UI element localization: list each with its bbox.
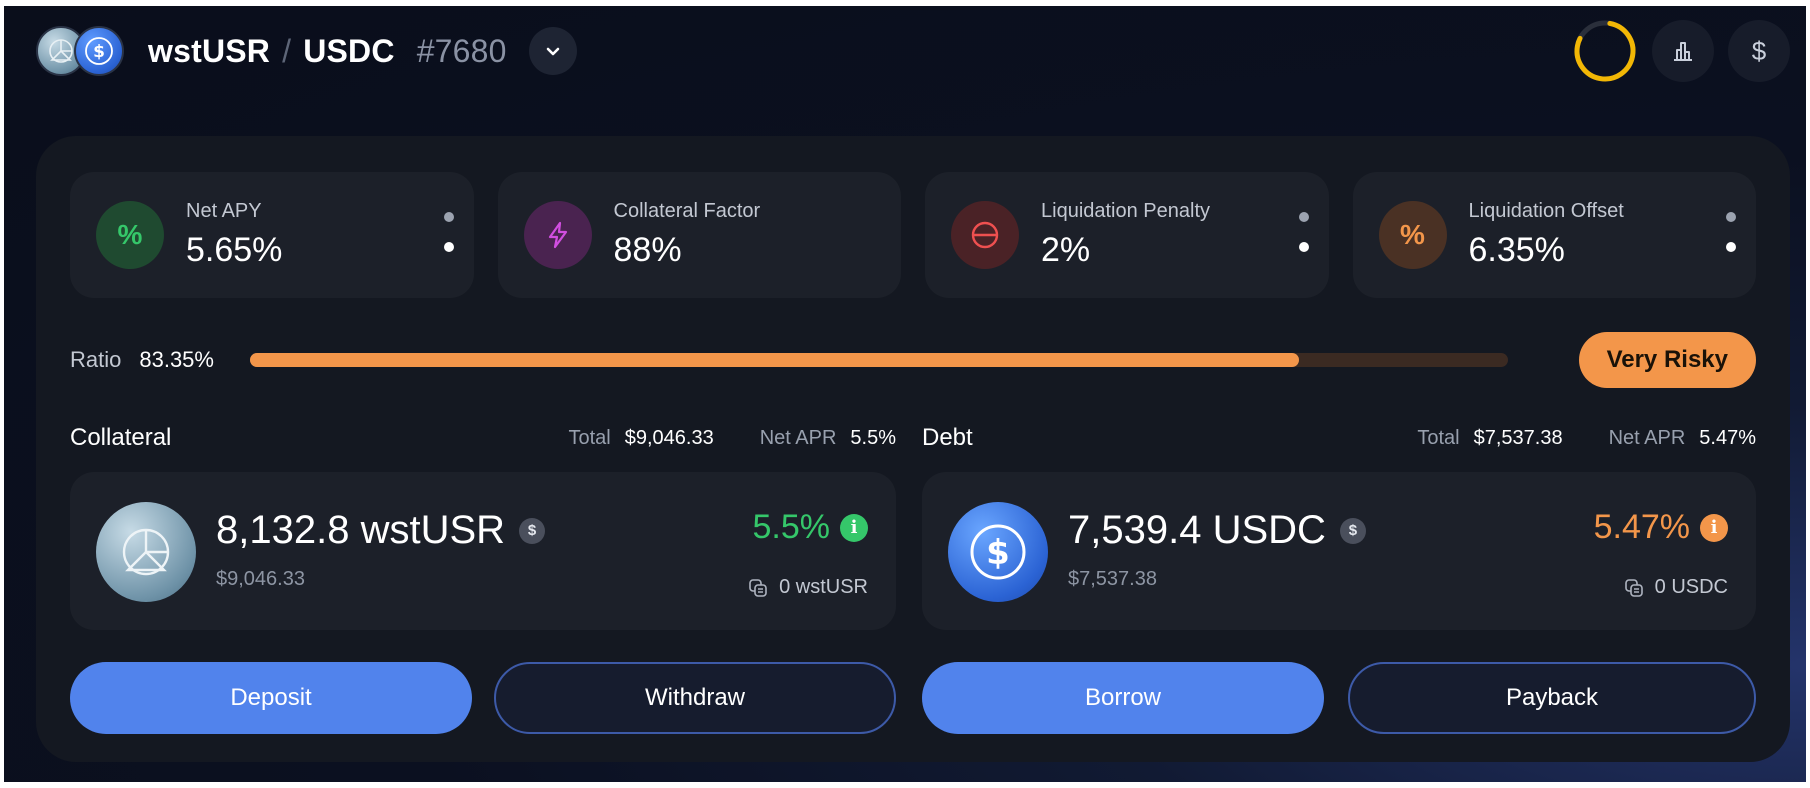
debt-wallet-balance: 0 USDC bbox=[1623, 576, 1728, 599]
dollar-icon[interactable]: $ bbox=[1339, 517, 1366, 544]
dollar-icon: $ bbox=[1751, 35, 1767, 66]
ratio-progress-bar bbox=[249, 353, 1508, 367]
debt-apr-value: 5.47% bbox=[1699, 426, 1756, 449]
debt-apr-label: Net APR bbox=[1608, 426, 1686, 449]
stat-value: 2% bbox=[1041, 231, 1091, 269]
debt-title: Debt bbox=[922, 424, 973, 451]
stat-label: Net APY bbox=[186, 200, 262, 222]
base-token-label: wstUSR bbox=[148, 32, 271, 69]
collateral-header: Collateral Total $9,046.33 Net APR 5.5% bbox=[70, 420, 896, 456]
info-icon[interactable]: i bbox=[1700, 513, 1728, 542]
payback-button[interactable]: Payback bbox=[1348, 662, 1756, 734]
ratio-row: Ratio 83.35% Very Risky bbox=[70, 332, 1756, 388]
stat-value: 6.35% bbox=[1468, 231, 1565, 269]
debt-rate: 5.47% i bbox=[1594, 508, 1728, 547]
more-options-icon[interactable] bbox=[443, 212, 454, 252]
debt-usd-value: $7,537.38 bbox=[1068, 568, 1157, 590]
collateral-amount: 8,132.8 wstUSR $ bbox=[216, 508, 546, 553]
token-pair-icons: $ bbox=[36, 20, 130, 82]
coins-icon bbox=[1624, 578, 1643, 597]
wstusr-token-icon bbox=[96, 502, 196, 602]
stat-card-liquidation-penalty: Liquidation Penalty 2% bbox=[925, 172, 1329, 298]
ratio-label: Ratio bbox=[70, 347, 122, 372]
dollar-icon[interactable]: $ bbox=[519, 517, 546, 544]
debt-amount: 7,539.4 USDC $ bbox=[1068, 508, 1366, 553]
debt-total-label: Total bbox=[1417, 426, 1460, 449]
percent-icon: % bbox=[1378, 201, 1447, 269]
stat-label: Collateral Factor bbox=[613, 200, 761, 222]
info-icon[interactable]: i bbox=[840, 513, 868, 542]
chevron-down-icon bbox=[546, 47, 559, 56]
more-options-icon[interactable] bbox=[1298, 212, 1309, 252]
usdc-token-icon: $ bbox=[948, 502, 1048, 602]
usdc-token-icon: $ bbox=[74, 26, 124, 76]
stat-value: 5.65% bbox=[186, 231, 283, 269]
minus-circle-icon bbox=[951, 201, 1019, 269]
position-id: #7680 bbox=[416, 32, 507, 69]
refresh-timer-icon[interactable] bbox=[1572, 18, 1638, 84]
position-header: $ wstUSR / USDC #7680 $ bbox=[36, 20, 1790, 82]
collateral-usd-value: $9,046.33 bbox=[216, 568, 305, 590]
stat-value: 88% bbox=[613, 231, 682, 269]
collateral-title: Collateral bbox=[70, 424, 172, 451]
borrow-button[interactable]: Borrow bbox=[922, 662, 1324, 734]
stats-button[interactable] bbox=[1652, 20, 1714, 82]
debt-header: Debt Total $7,537.38 Net APR 5.47% bbox=[922, 420, 1756, 456]
collateral-wallet-balance: 0 wstUSR bbox=[747, 576, 868, 599]
header-actions: $ bbox=[1572, 18, 1790, 84]
collateral-rate: 5.5% i bbox=[753, 508, 868, 547]
debt-card: $ 7,539.4 USDC $ $7,537.38 5.47% i 0 USD… bbox=[922, 472, 1756, 630]
debt-total-value: $7,537.38 bbox=[1473, 426, 1563, 449]
pair-separator: / bbox=[282, 32, 292, 69]
currency-button[interactable]: $ bbox=[1728, 20, 1790, 82]
stats-row: % Net APY 5.65% Collateral Factor 88% Li… bbox=[70, 172, 1756, 298]
position-dropdown-button[interactable] bbox=[528, 27, 577, 75]
deposit-button[interactable]: Deposit bbox=[70, 662, 472, 734]
stat-card-collateral-factor: Collateral Factor 88% bbox=[497, 172, 901, 298]
coins-icon bbox=[749, 578, 767, 597]
collateral-total-label: Total bbox=[568, 426, 611, 449]
withdraw-button[interactable]: Withdraw bbox=[494, 662, 896, 734]
stat-label: Liquidation Offset bbox=[1468, 200, 1624, 222]
pair-title: wstUSR / USDC #7680 bbox=[148, 33, 507, 70]
risk-badge: Very Risky bbox=[1578, 332, 1756, 388]
stat-card-liquidation-offset: % Liquidation Offset 6.35% bbox=[1352, 172, 1756, 298]
quote-token-label: USDC bbox=[303, 32, 395, 69]
stat-card-net-apy: % Net APY 5.65% bbox=[70, 172, 474, 298]
lightning-icon bbox=[523, 201, 592, 269]
ratio-progress-fill bbox=[249, 353, 1299, 367]
collateral-apr-label: Net APR bbox=[759, 426, 837, 449]
bar-chart-icon bbox=[1674, 42, 1692, 61]
svg-text:$: $ bbox=[93, 42, 105, 62]
collateral-card: 8,132.8 wstUSR $ $9,046.33 5.5% i 0 wstU… bbox=[70, 472, 896, 630]
position-panel: % Net APY 5.65% Collateral Factor 88% Li… bbox=[36, 136, 1790, 762]
stat-label: Liquidation Penalty bbox=[1041, 200, 1211, 222]
app-window: $ wstUSR / USDC #7680 $ % Net APY 5.65% … bbox=[4, 6, 1806, 782]
svg-text:$: $ bbox=[986, 533, 1010, 573]
collateral-total-value: $9,046.33 bbox=[624, 426, 714, 449]
collateral-apr-value: 5.5% bbox=[850, 426, 896, 449]
percent-icon: % bbox=[96, 201, 164, 269]
more-options-icon[interactable] bbox=[1726, 212, 1736, 252]
ratio-value: 83.35% bbox=[139, 347, 214, 372]
